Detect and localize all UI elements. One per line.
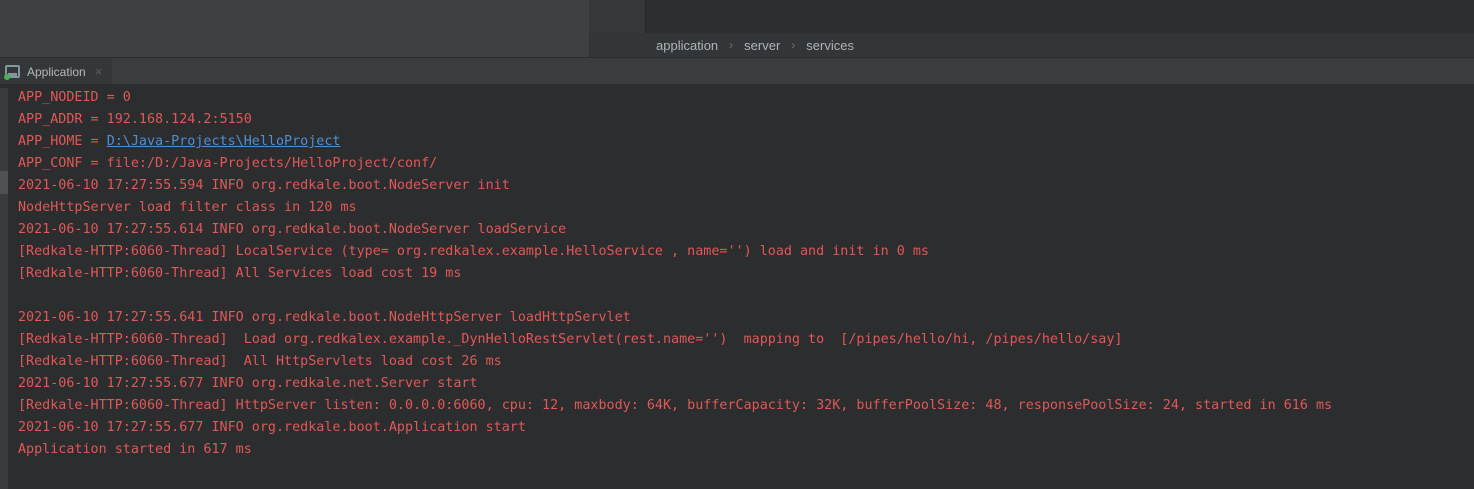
console-line: Application started in 617 ms: [18, 439, 1474, 461]
console-line: [Redkale-HTTP:6060-Thread] Load org.redk…: [18, 329, 1474, 351]
running-status-dot: [4, 74, 10, 80]
breadcrumb-item-server[interactable]: server: [744, 38, 780, 53]
console-line: 2021-06-10 17:27:55.594 INFO org.redkale…: [18, 175, 1474, 197]
editor-tabs-strip: [589, 0, 1474, 33]
console-line: APP_ADDR = 192.168.124.2:5150: [18, 109, 1474, 131]
console-line: 2021-06-10 17:27:55.641 INFO org.redkale…: [18, 307, 1474, 329]
editor-tabs-block: [589, 0, 646, 33]
tab-label: Application: [27, 65, 86, 79]
console-line: APP_CONF = file:/D:/Java-Projects/HelloP…: [18, 153, 1474, 175]
console-line: 2021-06-10 17:27:55.677 INFO org.redkale…: [18, 373, 1474, 395]
close-icon[interactable]: ×: [95, 67, 103, 77]
console-scrollbar[interactable]: [0, 88, 8, 489]
console-line: NodeHttpServer load filter class in 120 …: [18, 197, 1474, 219]
console-icon: [5, 65, 21, 79]
tab-application[interactable]: Application ×: [0, 58, 112, 85]
breadcrumb: application › server › services: [589, 33, 1474, 57]
console-line: [Redkale-HTTP:6060-Thread] LocalService …: [18, 241, 1474, 263]
breadcrumb-separator-icon: ›: [791, 38, 795, 52]
ide-window: application › server › services Application …: [0, 0, 1474, 489]
console-line: APP_HOME = D:\Java-Projects\HelloProject: [18, 131, 1474, 153]
console-line: [18, 285, 1474, 307]
console-line: [Redkale-HTTP:6060-Thread] All Services …: [18, 263, 1474, 285]
console-line: APP_NODEID = 0: [18, 87, 1474, 109]
run-console: APP_NODEID = 0APP_ADDR = 192.168.124.2:5…: [0, 84, 1474, 489]
breadcrumb-item-services[interactable]: services: [806, 38, 854, 53]
console-line: [Redkale-HTTP:6060-Thread] HttpServer li…: [18, 395, 1474, 417]
console-line: 2021-06-10 17:27:55.614 INFO org.redkale…: [18, 219, 1474, 241]
console-line-prefix: APP_HOME =: [18, 134, 107, 149]
breadcrumb-item-application[interactable]: application: [656, 38, 718, 53]
console-line: [Redkale-HTTP:6060-Thread] All HttpServl…: [18, 351, 1474, 373]
console-log: APP_NODEID = 0APP_ADDR = 192.168.124.2:5…: [18, 87, 1474, 461]
scrollbar-thumb[interactable]: [0, 171, 8, 194]
console-line: 2021-06-10 17:27:55.677 INFO org.redkale…: [18, 417, 1474, 439]
editor-panel: [0, 0, 589, 57]
console-tab-bar: Application ×: [0, 57, 1474, 84]
file-path-link[interactable]: D:\Java-Projects\HelloProject: [107, 134, 341, 149]
breadcrumb-separator-icon: ›: [729, 38, 733, 52]
